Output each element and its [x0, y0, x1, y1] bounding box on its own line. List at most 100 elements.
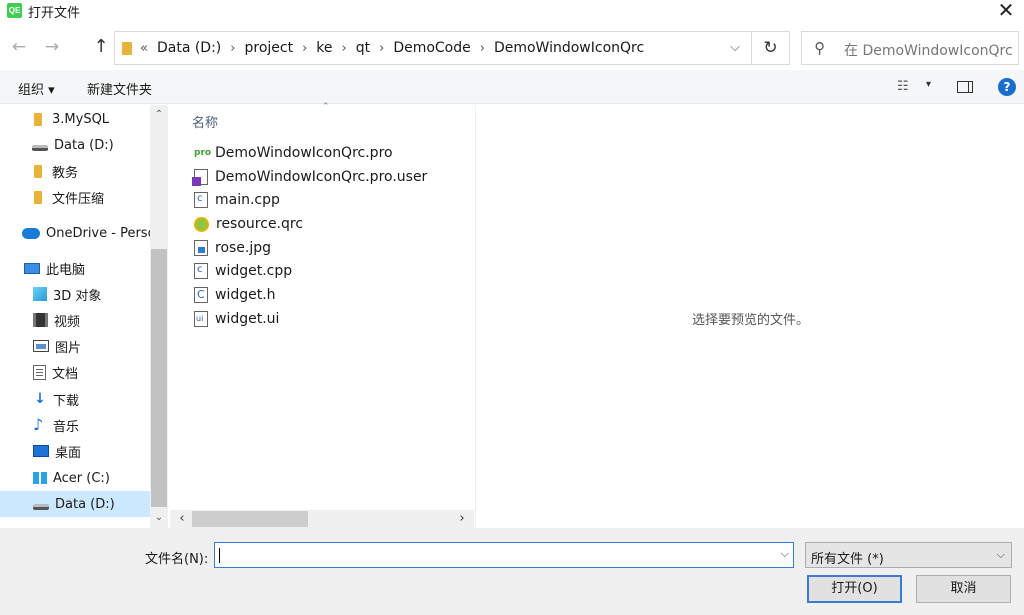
address-history-dropdown-icon[interactable]: ⌵	[719, 32, 751, 64]
header-file-icon	[194, 287, 208, 303]
windows-drive-icon	[33, 472, 47, 484]
scroll-left-icon[interactable]: ‹	[174, 510, 190, 528]
sidebar-item-videos[interactable]: 视频	[33, 307, 150, 333]
sidebar-item-this-pc[interactable]: 此电脑	[24, 255, 150, 281]
sidebar-item-pictures[interactable]: 图片	[33, 333, 150, 359]
search-input[interactable]: ⚲ 在 DemoWindowIconQrc ...	[801, 31, 1019, 65]
sidebar-item-label: Data (D:)	[54, 137, 114, 153]
sidebar-item-label: 3D 对象	[53, 288, 102, 304]
sidebar-item-label: 桌面	[55, 445, 82, 461]
view-dropdown-icon[interactable]: ▾	[926, 79, 931, 90]
sidebar-item-documents[interactable]: 文档	[33, 359, 150, 385]
close-icon[interactable]: ✕	[994, 0, 1018, 22]
name-column-header[interactable]: 名称	[192, 112, 218, 131]
filename-input[interactable]: ⌵	[214, 542, 794, 568]
sort-ascending-icon: ⌃	[322, 102, 330, 112]
breadcrumb-item[interactable]: DemoCode	[393, 40, 470, 56]
open-button[interactable]: 打开(O)	[807, 575, 902, 603]
drive-icon	[32, 145, 48, 151]
visual-studio-user-icon	[192, 169, 208, 186]
breadcrumb-item[interactable]: DemoWindowIconQrc	[494, 40, 644, 56]
breadcrumb: « Data (D:) › project › ke › qt › DemoCo…	[140, 40, 644, 56]
scroll-down-icon[interactable]: ⌄	[150, 508, 168, 528]
command-toolbar: 组织 ▾ 新建文件夹 ☷ ▾ ?	[0, 70, 1024, 104]
file-row[interactable]: rose.jpg	[170, 237, 470, 259]
scroll-right-icon[interactable]: ›	[454, 510, 470, 528]
qrc-file-icon	[194, 216, 209, 232]
preview-message: 选择要预览的文件。	[691, 313, 809, 328]
breadcrumb-item[interactable]: Data (D:)	[157, 40, 221, 56]
file-row[interactable]: widget.ui	[170, 308, 470, 330]
filename-history-dropdown-icon[interactable]: ⌵	[781, 547, 789, 561]
qt-logo-icon: QE	[7, 3, 22, 18]
sidebar-item-data-drive[interactable]: Data (D:)	[32, 132, 150, 158]
back-arrow-icon[interactable]: ←	[9, 37, 29, 57]
sidebar-item-data-drive-selected[interactable]: Data (D:)	[0, 491, 150, 517]
chevron-right-icon[interactable]: ›	[480, 41, 485, 56]
file-row[interactable]: widget.cpp	[170, 260, 470, 282]
sidebar-item-label: 3.MySQL	[52, 111, 110, 127]
navigation-bar: ← → ↑ « Data (D:) › project › ke › qt › …	[0, 28, 1024, 68]
sidebar-item-compressed[interactable]: 文件压缩	[30, 184, 150, 210]
preview-pane: 选择要预览的文件。	[475, 105, 1024, 528]
cancel-button[interactable]: 取消	[916, 575, 1011, 603]
breadcrumb-item[interactable]: project	[244, 40, 293, 56]
refresh-icon[interactable]: ↻	[752, 31, 790, 65]
file-row[interactable]: DemoWindowIconQrc.pro.user	[170, 166, 470, 188]
overflow-chevron-icon[interactable]: «	[140, 41, 148, 56]
sidebar-item-label: 教务	[52, 165, 79, 181]
chevron-down-icon: ⌵	[996, 548, 1005, 561]
chevron-right-icon[interactable]: ›	[230, 41, 235, 56]
sidebar-item-acer-drive[interactable]: Acer (C:)	[33, 465, 150, 491]
view-options-icon[interactable]: ☷	[897, 79, 909, 94]
up-arrow-icon[interactable]: ↑	[91, 37, 111, 57]
sidebar-item-label: 下载	[53, 393, 80, 409]
sidebar-item-onedrive[interactable]: OneDrive - Perso	[22, 220, 150, 246]
breadcrumb-item[interactable]: ke	[316, 40, 332, 56]
new-folder-button[interactable]: 新建文件夹	[87, 79, 152, 98]
breadcrumb-item[interactable]: qt	[356, 40, 370, 56]
sidebar-item-mysql[interactable]: 3.MySQL	[30, 106, 150, 132]
scrollbar-thumb[interactable]	[151, 249, 167, 507]
sidebar-item-label: 文件压缩	[52, 191, 105, 207]
file-name: main.cpp	[215, 192, 280, 208]
cpp-file-icon	[194, 192, 208, 208]
computer-icon	[24, 262, 40, 274]
file-row[interactable]: pro DemoWindowIconQrc.pro	[170, 142, 470, 164]
file-row[interactable]: widget.h	[170, 284, 470, 306]
file-name: widget.ui	[215, 311, 280, 327]
file-type-select[interactable]: 所有文件 (*) ⌵	[805, 542, 1012, 568]
download-icon: ↓	[34, 391, 46, 407]
folder-icon	[122, 42, 132, 55]
organize-button[interactable]: 组织 ▾	[18, 79, 55, 98]
sidebar-item-jiaowu[interactable]: 教务	[30, 158, 150, 184]
sidebar-item-downloads[interactable]: ↓ 下载	[33, 386, 150, 412]
chevron-right-icon[interactable]: ›	[379, 41, 384, 56]
sidebar-item-desktop[interactable]: 桌面	[33, 438, 150, 464]
ui-file-icon	[194, 311, 208, 327]
image-file-icon	[194, 240, 208, 256]
search-placeholder: 在 DemoWindowIconQrc ...	[844, 43, 1016, 59]
sidebar-scrollbar[interactable]: ⌃ ⌄	[150, 105, 168, 528]
preview-pane-icon[interactable]	[957, 81, 973, 93]
sidebar-item-label: Data (D:)	[55, 496, 115, 512]
documents-icon	[33, 364, 46, 380]
sidebar-item-3d-objects[interactable]: 3D 对象	[33, 281, 150, 307]
scrollbar-thumb[interactable]	[192, 511, 308, 527]
music-icon: ♪	[33, 415, 44, 434]
file-list-horizontal-scrollbar[interactable]: ‹ ›	[170, 510, 474, 528]
video-icon	[33, 313, 48, 327]
help-icon[interactable]: ?	[998, 78, 1016, 96]
file-name: DemoWindowIconQrc.pro.user	[215, 169, 428, 185]
chevron-right-icon[interactable]: ›	[302, 41, 307, 56]
forward-arrow-icon[interactable]: →	[42, 37, 62, 57]
file-row[interactable]: main.cpp	[170, 189, 470, 211]
sidebar-item-label: 此电脑	[46, 262, 86, 278]
file-row[interactable]: resource.qrc	[170, 213, 470, 235]
chevron-right-icon[interactable]: ›	[342, 41, 347, 56]
filename-label: 文件名(N):	[145, 552, 209, 567]
scroll-up-icon[interactable]: ⌃	[150, 105, 168, 125]
sidebar-item-music[interactable]: ♪ 音乐	[33, 412, 150, 438]
drive-icon	[33, 504, 49, 510]
address-bar[interactable]: « Data (D:) › project › ke › qt › DemoCo…	[114, 31, 752, 65]
